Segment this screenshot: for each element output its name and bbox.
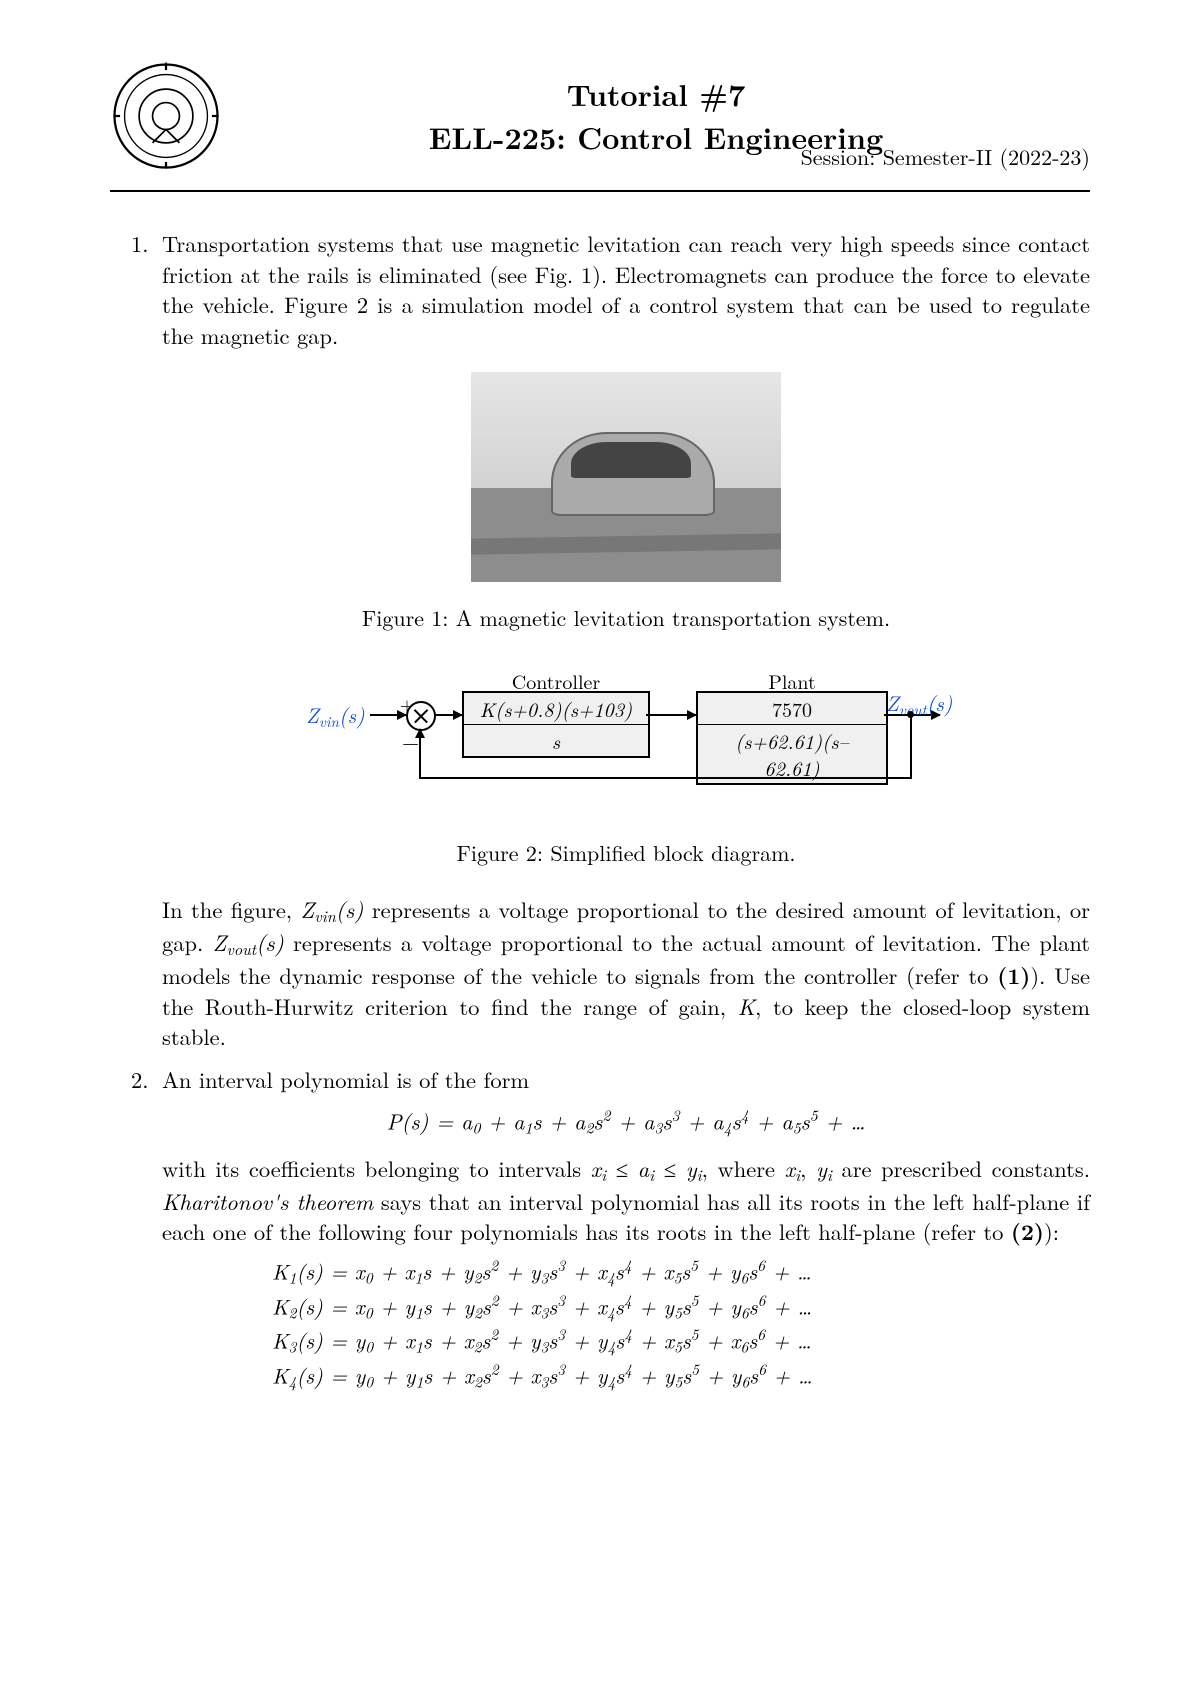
q2-K2: K2(s) = x0 + y1s + y2s2 + x3s3 + x4s4 + … [272,1290,1090,1325]
q2-mid: with its coefficients belonging to inter… [162,1153,1090,1247]
q2-K4: K4(s) = y0 + y1s + x2s2 + x3s3 + y4s4 + … [272,1359,1090,1394]
plant-label: Plant [698,667,886,694]
output-signal-label: Zvout(s) [886,689,952,720]
document-body: Transportation systems that use magnetic… [110,228,1090,1394]
problem-2: An interval polynomial is of the form P(… [156,1064,1090,1394]
page-header: Tutorial #7 ELL-225: Control Engineering… [110,60,1090,192]
figure-2-caption: Figure 2: Simplified block diagram. [162,838,1090,868]
q1-intro: Transportation systems that use magnetic… [162,228,1090,350]
maglev-photo [471,372,781,582]
q2-lead: An interval polynomial is of the form [162,1064,1090,1095]
wire-feedback-down [910,715,912,779]
q2-K1: K1(s) = x0 + x1s + y2s2 + y3s3 + x4s4 + … [272,1255,1090,1290]
wire-sum-controller [434,714,462,716]
q1-para2: In the figure, Zvin(s) represents a volt… [162,894,1090,1052]
institute-logo [110,60,222,172]
title-line-1: Tutorial #7 [222,72,1090,115]
problem-1: Transportation systems that use magnetic… [156,228,1090,1052]
q2-kharitonov-polys: K1(s) = x0 + x1s + y2s2 + y3s3 + x4s4 + … [272,1255,1090,1394]
wire-controller-plant [646,714,696,716]
session-line: Session: Semester-II (2022-23) [801,141,1090,172]
input-signal-label: Zvin(s) [306,701,365,732]
wire-feedback-up [419,729,421,779]
controller-label: Controller [464,667,648,694]
plant-block: Plant 7570 (s+62.61)(s–62.61) [696,691,888,786]
q2-poly: P(s) = a0 + a1s + a2s2 + a3s3 + a4s4 + a… [162,1104,1090,1138]
figure-2-block-diagram: Zvin(s) + − Controller K(s+0.8)(s+103) s [306,659,946,824]
figure-1 [162,372,1090,589]
q2-K3: K3(s) = y0 + x1s + x2s2 + y3s3 + y4s4 + … [272,1324,1090,1359]
figure-1-caption: Figure 1: A magnetic levitation transpor… [162,603,1090,633]
controller-block: Controller K(s+0.8)(s+103) s [462,691,650,758]
wire-feedback-across [419,777,912,779]
